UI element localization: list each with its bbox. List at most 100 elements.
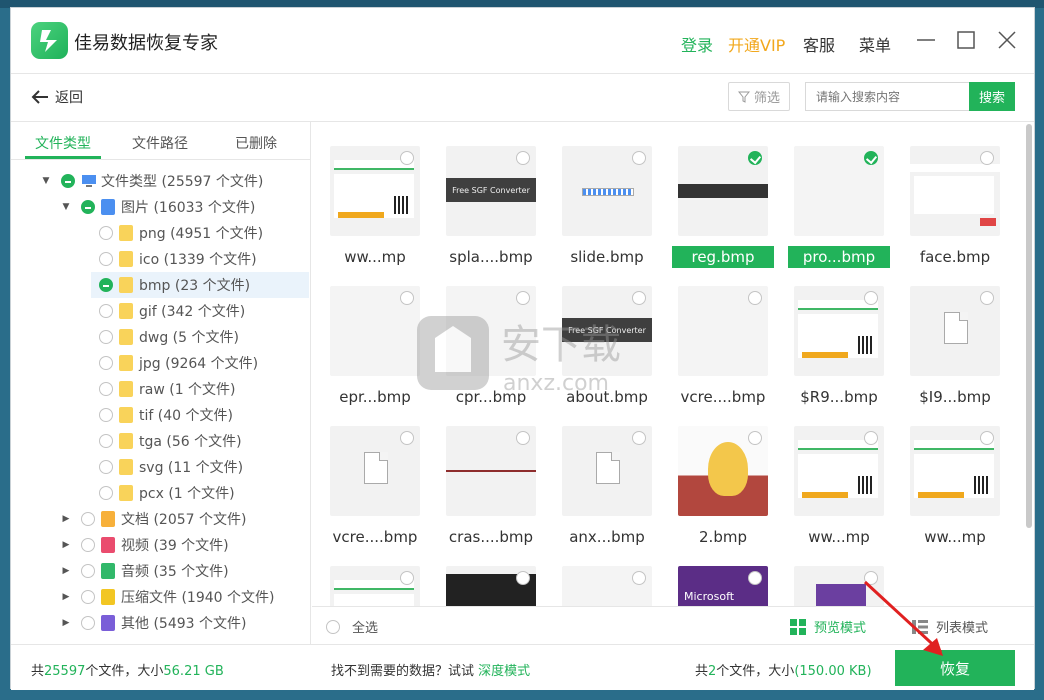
select-all-radio[interactable]	[326, 619, 340, 634]
file-select-radio[interactable]	[748, 431, 762, 445]
file-select-radio[interactable]	[516, 291, 530, 305]
file-thumbnail[interactable]: vcre....bmp	[678, 286, 770, 406]
file-select-radio[interactable]	[980, 431, 994, 445]
tree-checkbox[interactable]	[99, 486, 113, 500]
tree-node[interactable]: pcx (1 个文件)	[99, 480, 235, 506]
file-thumbnail[interactable]: anx...bmp	[562, 426, 654, 546]
file-thumbnail[interactable]: ww...mp	[794, 426, 886, 546]
tab-file-path[interactable]: 文件路径	[132, 133, 188, 153]
thumbnail-image[interactable]	[562, 146, 652, 236]
file-select-radio[interactable]	[864, 431, 878, 445]
menu-link[interactable]: 菜单	[859, 32, 891, 56]
thumbnail-image[interactable]	[678, 146, 768, 236]
file-thumbnail[interactable]: Microsoft	[678, 566, 770, 606]
thumbnail-image[interactable]: Free SGF Converter	[446, 146, 536, 236]
tree-node[interactable]: ▶ 音频 (35 个文件)	[61, 558, 229, 584]
thumbnail-image[interactable]	[794, 146, 884, 236]
caret-right-icon[interactable]: ▶	[61, 566, 71, 576]
vip-link[interactable]: 开通VIP	[728, 32, 785, 56]
search-input[interactable]	[805, 82, 971, 111]
thumbnail-image[interactable]	[446, 566, 536, 606]
select-all-checkbox[interactable]: 全选	[326, 617, 378, 636]
file-thumbnail[interactable]: ww...mp	[330, 146, 422, 266]
file-thumbnail[interactable]: $R9...bmp	[794, 286, 886, 406]
file-thumbnail[interactable]: slide.bmp	[562, 146, 654, 266]
file-select-radio[interactable]	[632, 571, 646, 585]
tree-node[interactable]: ▶ 视频 (39 个文件)	[61, 532, 229, 558]
thumbnail-image[interactable]	[678, 426, 768, 516]
thumbnail-image[interactable]	[446, 426, 536, 516]
tree-checkbox[interactable]	[99, 434, 113, 448]
tree-checkbox[interactable]	[61, 174, 75, 188]
file-thumbnail[interactable]: reg.bmp	[672, 146, 774, 268]
file-thumbnail[interactable]	[330, 566, 422, 606]
thumbnail-image[interactable]	[910, 146, 1000, 236]
file-select-radio[interactable]	[400, 431, 414, 445]
tree-checkbox[interactable]	[99, 408, 113, 422]
file-thumbnail[interactable]: pro...bmp	[788, 146, 890, 268]
tree-node[interactable]: ▶ 压缩文件 (1940 个文件)	[61, 584, 274, 610]
thumbnail-image[interactable]	[562, 426, 652, 516]
tree-node[interactable]: ▶ 文档 (2057 个文件)	[61, 506, 246, 532]
tree-checkbox[interactable]	[99, 304, 113, 318]
tab-file-type[interactable]: 文件类型	[35, 133, 91, 153]
thumbnail-image[interactable]	[330, 426, 420, 516]
caret-right-icon[interactable]: ▶	[61, 618, 71, 628]
thumbnail-image[interactable]	[794, 286, 884, 376]
tree-node[interactable]: raw (1 个文件)	[99, 376, 236, 402]
file-thumbnail[interactable]: 2.bmp	[678, 426, 770, 546]
tree-node[interactable]: ▼ 图片 (16033 个文件)	[61, 194, 255, 220]
thumbnail-image[interactable]	[678, 286, 768, 376]
tree-node[interactable]: ico (1339 个文件)	[99, 246, 257, 272]
file-select-radio[interactable]	[400, 571, 414, 585]
tree-checkbox[interactable]	[99, 382, 113, 396]
caret-right-icon[interactable]: ▶	[61, 592, 71, 602]
file-select-radio[interactable]	[632, 151, 646, 165]
thumbnail-image[interactable]	[330, 566, 420, 606]
file-select-radio[interactable]	[516, 151, 530, 165]
tree-checkbox[interactable]	[99, 226, 113, 240]
tree-node[interactable]: gif (342 个文件)	[99, 298, 245, 324]
thumbnail-image[interactable]	[562, 566, 652, 606]
tree-checkbox[interactable]	[99, 278, 113, 292]
file-select-radio[interactable]	[748, 151, 762, 165]
file-thumbnail[interactable]: $I9...bmp	[910, 286, 1002, 406]
tree-node[interactable]: ▶ 其他 (5493 个文件)	[61, 610, 246, 636]
caret-down-icon[interactable]: ▼	[61, 202, 71, 212]
file-select-radio[interactable]	[980, 151, 994, 165]
file-thumbnail[interactable]	[446, 566, 538, 606]
file-thumbnail[interactable]: ww...mp	[910, 426, 1002, 546]
thumbnail-image[interactable]	[330, 146, 420, 236]
file-thumbnail[interactable]: epr...bmp	[330, 286, 422, 406]
tree-checkbox[interactable]	[81, 538, 95, 552]
file-select-radio[interactable]	[516, 431, 530, 445]
file-thumbnail[interactable]: vcre....bmp	[330, 426, 422, 546]
file-thumbnail[interactable]: Free SGF Converter spla....bmp	[446, 146, 538, 266]
tree-node[interactable]: svg (11 个文件)	[99, 454, 243, 480]
tree-checkbox[interactable]	[81, 512, 95, 526]
thumbnail-image[interactable]	[910, 426, 1000, 516]
file-select-radio[interactable]	[632, 431, 646, 445]
file-select-radio[interactable]	[864, 291, 878, 305]
file-select-radio[interactable]	[864, 151, 878, 165]
login-link[interactable]: 登录	[681, 32, 713, 56]
tree-node[interactable]: bmp (23 个文件)	[91, 272, 309, 298]
tree-checkbox[interactable]	[81, 616, 95, 630]
minimize-icon[interactable]	[914, 28, 938, 52]
tree-node[interactable]: png (4951 个文件)	[99, 220, 263, 246]
deep-mode-link[interactable]: 深度模式	[478, 664, 530, 679]
caret-right-icon[interactable]: ▶	[61, 514, 71, 524]
caret-right-icon[interactable]: ▶	[61, 540, 71, 550]
search-button[interactable]: 搜索	[969, 82, 1015, 111]
vertical-scrollbar[interactable]	[1026, 124, 1032, 528]
back-button[interactable]: 返回	[31, 87, 83, 107]
file-thumbnail[interactable]	[562, 566, 654, 606]
file-select-radio[interactable]	[980, 291, 994, 305]
close-icon[interactable]	[995, 28, 1019, 52]
file-thumbnail[interactable]: cras....bmp	[446, 426, 538, 546]
file-select-radio[interactable]	[748, 291, 762, 305]
tree-checkbox[interactable]	[99, 330, 113, 344]
file-select-radio[interactable]	[632, 291, 646, 305]
maximize-icon[interactable]	[954, 28, 978, 52]
filter-button[interactable]: 筛选	[728, 82, 790, 111]
